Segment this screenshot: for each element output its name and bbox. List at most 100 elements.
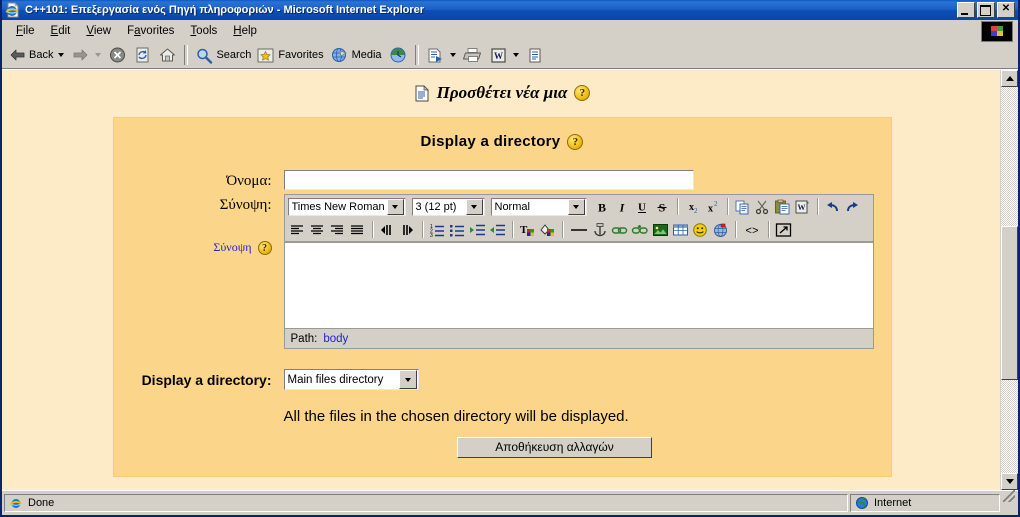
search-button[interactable]: Search bbox=[192, 44, 254, 66]
edit-dropdown-arrow[interactable] bbox=[512, 53, 519, 57]
background-color-button[interactable] bbox=[538, 220, 557, 239]
svg-text:U: U bbox=[638, 201, 646, 213]
format-value: Normal bbox=[494, 200, 530, 213]
emoticon-button[interactable] bbox=[691, 220, 710, 239]
underline-button[interactable]: U bbox=[633, 197, 652, 216]
refresh-button[interactable] bbox=[130, 44, 155, 66]
insert-media-button[interactable] bbox=[711, 220, 730, 239]
format-dropdown-arrow[interactable] bbox=[567, 198, 585, 215]
summary-hint-link[interactable]: Σύνοψη bbox=[213, 240, 251, 255]
printer-icon bbox=[462, 47, 481, 62]
align-right-icon bbox=[331, 224, 343, 234]
insert-image-button[interactable] bbox=[651, 220, 670, 239]
ordered-list-button[interactable]: 1 2 3 bbox=[428, 220, 447, 239]
scrollbar-track[interactable] bbox=[1001, 87, 1018, 473]
font-family-dropdown-arrow[interactable] bbox=[386, 198, 404, 215]
direction-rtl-button[interactable] bbox=[398, 220, 417, 239]
save-changes-button[interactable]: Αποθήκευση αλλαγών bbox=[457, 437, 652, 458]
close-button[interactable]: ✕ bbox=[997, 2, 1015, 18]
directory-dropdown-arrow[interactable] bbox=[398, 370, 417, 389]
edit-word-button[interactable]: W bbox=[486, 44, 511, 66]
html-source-button[interactable]: <> bbox=[741, 220, 763, 239]
menu-file[interactable]: File bbox=[8, 23, 43, 39]
fullscreen-button[interactable] bbox=[774, 220, 793, 239]
scroll-down-button[interactable] bbox=[1001, 473, 1018, 490]
paste-button[interactable] bbox=[773, 197, 792, 216]
align-left-button[interactable] bbox=[288, 220, 307, 239]
browser-window: C++101: Επεξεργασία ενός Πηγή πληροφοριώ… bbox=[0, 0, 1020, 517]
text-color-button[interactable]: T bbox=[518, 220, 537, 239]
stop-button[interactable] bbox=[105, 44, 130, 66]
forward-arrow-icon bbox=[74, 49, 88, 61]
back-button[interactable]: Back bbox=[6, 44, 56, 66]
history-clock-icon bbox=[390, 47, 406, 63]
cut-button[interactable] bbox=[753, 197, 772, 216]
history-button[interactable] bbox=[385, 44, 411, 66]
font-size-select[interactable]: 3 (12 pt) bbox=[411, 197, 485, 216]
text-color-icon: T bbox=[520, 224, 534, 236]
favorites-button[interactable]: Favorites bbox=[254, 44, 326, 66]
summary-richtext-area[interactable] bbox=[284, 242, 873, 328]
forward-dropdown-arrow[interactable] bbox=[95, 53, 102, 57]
menu-favorites[interactable]: Favorites bbox=[119, 23, 182, 39]
insert-table-button[interactable] bbox=[671, 220, 690, 239]
mail-dropdown-arrow[interactable] bbox=[449, 53, 456, 57]
editor-separator-7 bbox=[561, 221, 563, 238]
format-select[interactable]: Normal bbox=[490, 197, 587, 216]
insert-link-button[interactable] bbox=[611, 220, 630, 239]
superscript-button[interactable]: x2 bbox=[703, 197, 722, 216]
menu-edit[interactable]: Edit bbox=[43, 23, 79, 39]
align-right-button[interactable] bbox=[328, 220, 347, 239]
svg-text:B: B bbox=[598, 200, 606, 214]
page-content: Προσθέτει νέα μια ? Display a directory … bbox=[2, 70, 1000, 490]
discuss-button[interactable] bbox=[523, 44, 546, 66]
home-button[interactable] bbox=[155, 44, 180, 66]
path-value[interactable]: body bbox=[323, 333, 348, 345]
indent-button[interactable] bbox=[488, 220, 507, 239]
maximize-button[interactable] bbox=[977, 2, 995, 18]
directory-select[interactable]: Main files directory bbox=[283, 369, 419, 390]
font-family-select[interactable]: Times New Roman bbox=[287, 197, 406, 216]
subscript-button[interactable]: x2 bbox=[683, 197, 702, 216]
copy-button[interactable] bbox=[733, 197, 752, 216]
direction-ltr-button[interactable] bbox=[378, 220, 397, 239]
redo-button[interactable] bbox=[843, 197, 862, 216]
security-zone-panel[interactable]: Internet bbox=[850, 494, 1000, 512]
anchor-button[interactable] bbox=[591, 220, 610, 239]
align-center-icon bbox=[311, 224, 323, 234]
menu-tools[interactable]: Tools bbox=[182, 23, 225, 39]
stop-icon bbox=[110, 47, 126, 63]
bold-button[interactable]: B bbox=[593, 197, 612, 216]
outdent-button[interactable] bbox=[468, 220, 487, 239]
strikethrough-button[interactable]: S bbox=[653, 197, 672, 216]
vertical-scrollbar[interactable] bbox=[1000, 70, 1018, 490]
mail-button[interactable] bbox=[423, 44, 448, 66]
menu-view[interactable]: View bbox=[78, 23, 119, 39]
name-input[interactable] bbox=[283, 170, 694, 190]
undo-button[interactable] bbox=[823, 197, 842, 216]
paste-from-word-button[interactable]: W bbox=[793, 197, 812, 216]
horizontal-rule-button[interactable] bbox=[568, 220, 590, 239]
unordered-list-button[interactable] bbox=[448, 220, 467, 239]
menu-help[interactable]: Help bbox=[225, 23, 265, 39]
scrollbar-thumb[interactable] bbox=[1001, 225, 1018, 381]
forward-button[interactable] bbox=[68, 44, 93, 66]
name-row: Όνομα: bbox=[114, 170, 891, 190]
italic-icon: I bbox=[619, 200, 626, 214]
scroll-up-button[interactable] bbox=[1001, 70, 1018, 87]
ordered-list-icon: 1 2 3 bbox=[430, 224, 444, 238]
form-help-icon[interactable]: ? bbox=[567, 133, 584, 150]
align-justify-button[interactable] bbox=[348, 220, 367, 239]
mail-icon bbox=[428, 48, 442, 62]
print-button[interactable] bbox=[460, 44, 486, 66]
media-button[interactable]: Media bbox=[327, 44, 385, 66]
summary-help-icon[interactable]: ? bbox=[257, 240, 272, 255]
strikethrough-icon: S bbox=[657, 200, 667, 214]
italic-button[interactable]: I bbox=[613, 197, 632, 216]
align-center-button[interactable] bbox=[308, 220, 327, 239]
help-icon[interactable]: ? bbox=[574, 85, 591, 101]
back-dropdown-arrow[interactable] bbox=[58, 53, 65, 57]
minimize-button[interactable] bbox=[957, 2, 975, 18]
font-size-dropdown-arrow[interactable] bbox=[465, 198, 483, 215]
unlink-button[interactable] bbox=[631, 220, 650, 239]
